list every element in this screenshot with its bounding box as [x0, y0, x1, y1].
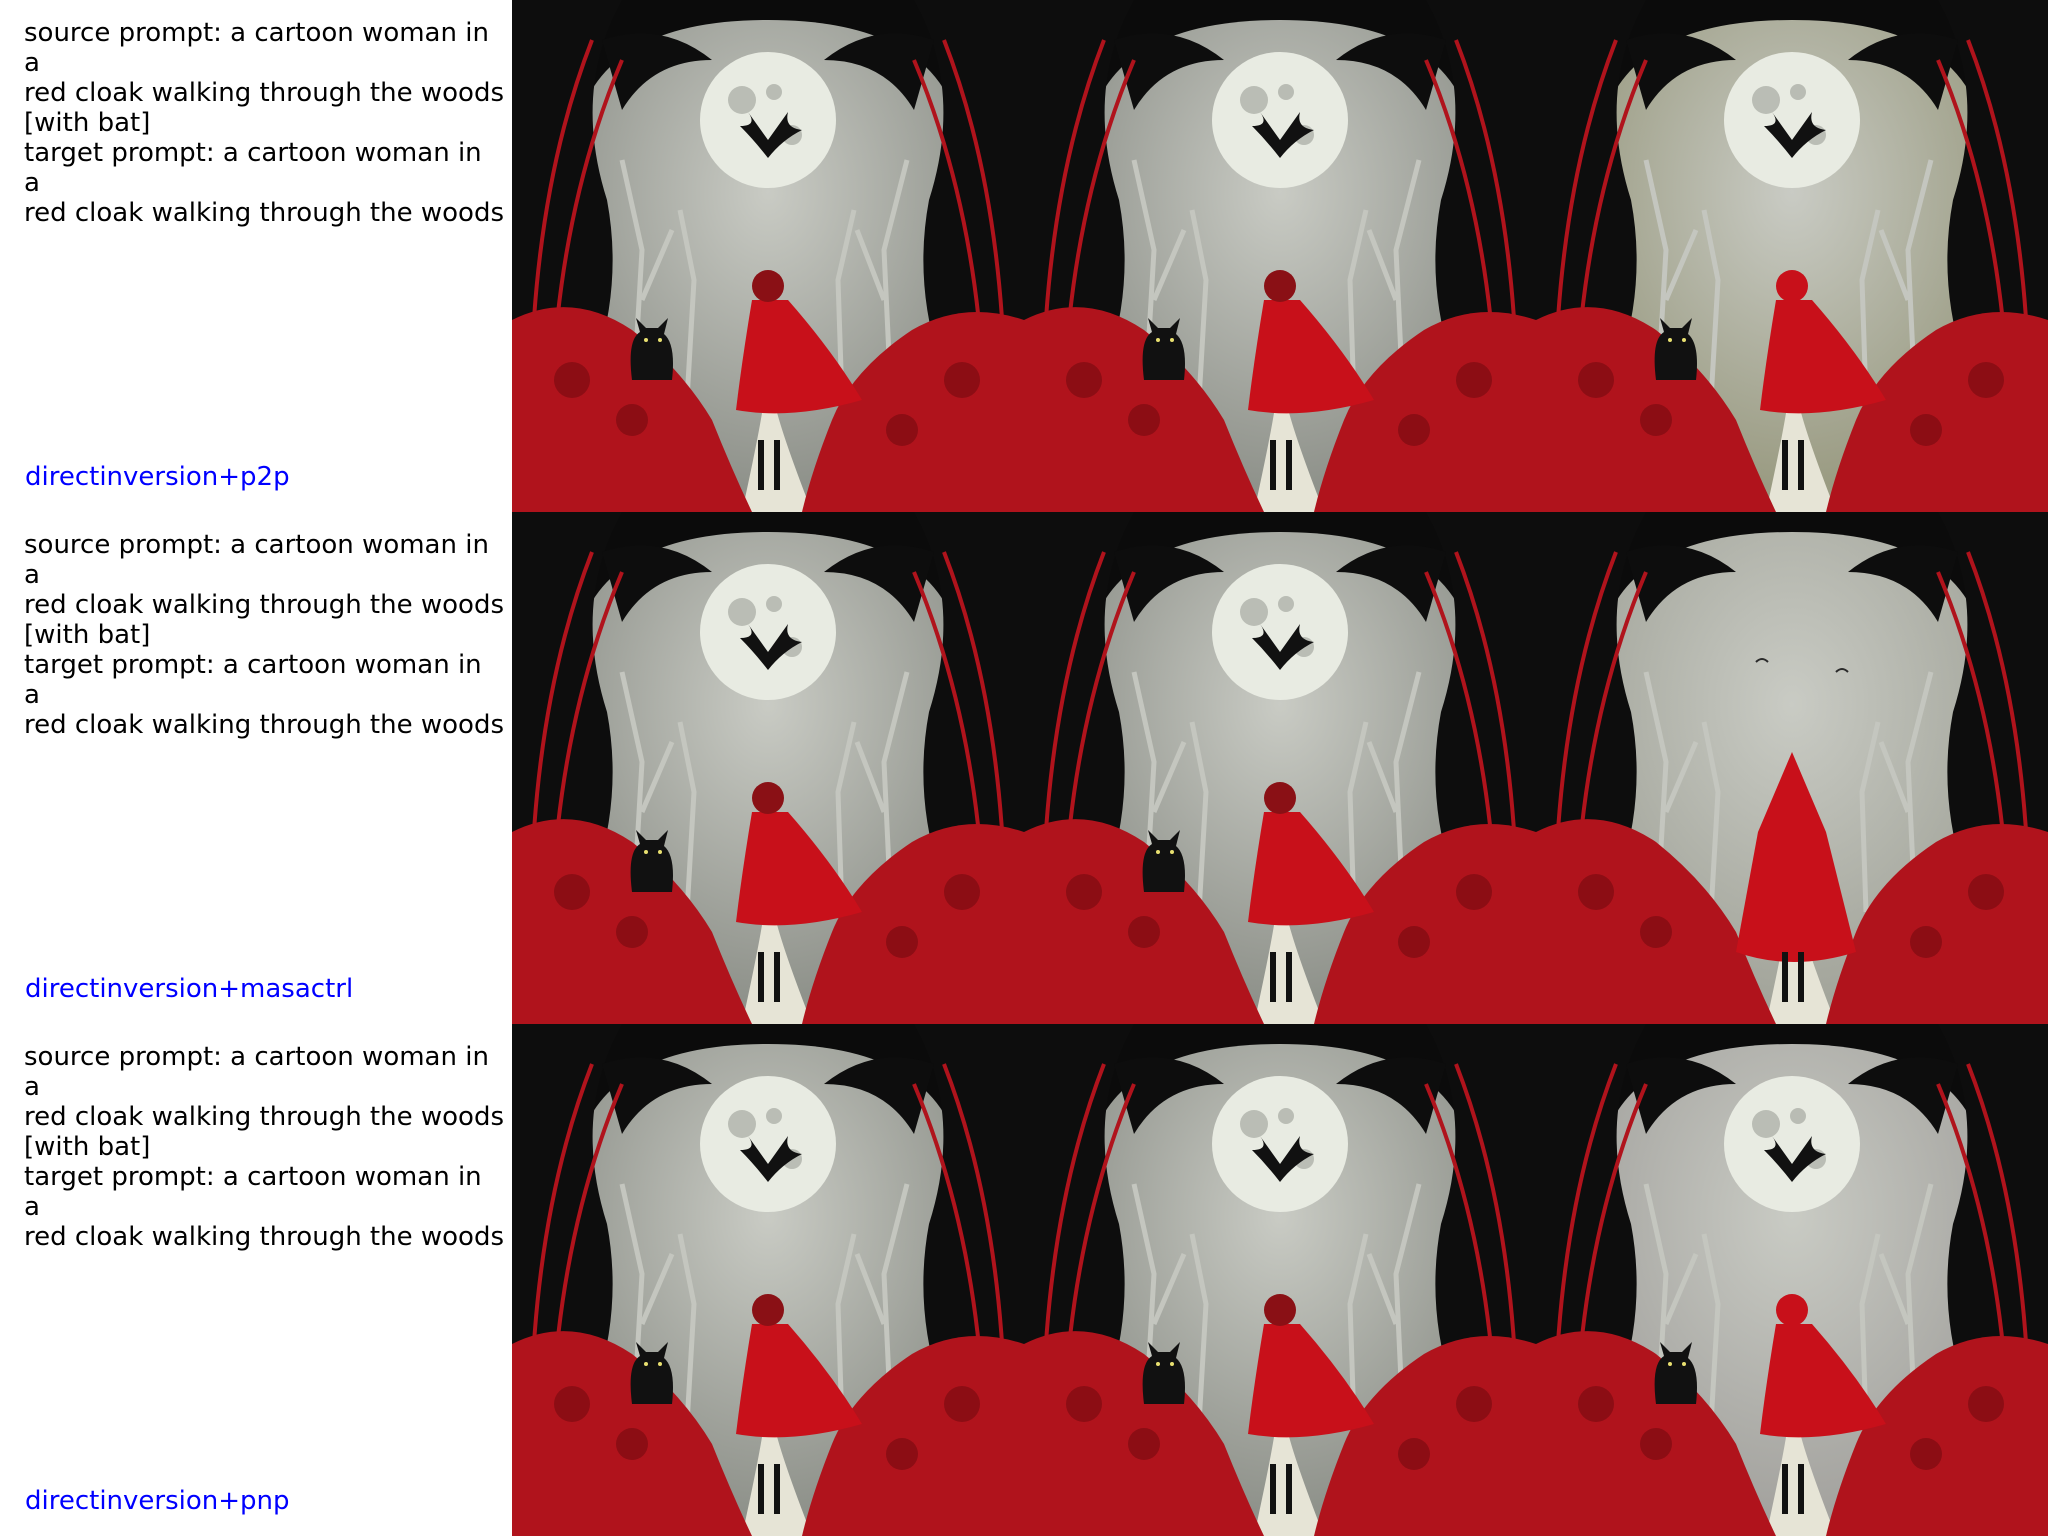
- prompt-block: source prompt: a cartoon woman in a red …: [24, 18, 504, 228]
- illustration: [1536, 1024, 2048, 1536]
- target-prompt: target prompt: a cartoon woman in a red …: [24, 138, 504, 228]
- prompt-block: source prompt: a cartoon woman in a red …: [24, 1042, 504, 1252]
- moon: [700, 1076, 836, 1212]
- moon: [1212, 564, 1348, 700]
- illustration: [512, 1024, 1024, 1536]
- moon: [700, 52, 836, 188]
- reconstructed-image: [1024, 0, 1536, 512]
- illustration: [1024, 0, 1536, 512]
- reconstructed-image: [1024, 512, 1536, 1024]
- illustration: [1024, 512, 1536, 1024]
- comparison-row: source prompt: a cartoon woman in a red …: [0, 0, 2048, 512]
- moon: [1724, 52, 1860, 188]
- edited-image: [1536, 512, 2048, 1024]
- source-image: [512, 0, 1024, 512]
- edited-image: [1536, 0, 2048, 512]
- moon: [700, 564, 836, 700]
- illustration: [1536, 512, 2048, 1024]
- label-panel: source prompt: a cartoon woman in a red …: [0, 0, 512, 512]
- method-label: directinversion+p2p: [25, 462, 290, 492]
- source-prompt: source prompt: a cartoon woman in a red …: [24, 530, 504, 650]
- illustration: [512, 0, 1024, 512]
- target-prompt: target prompt: a cartoon woman in a red …: [24, 650, 504, 740]
- reconstructed-image: [1024, 1024, 1536, 1536]
- moon: [1212, 1076, 1348, 1212]
- label-panel: source prompt: a cartoon woman in a red …: [0, 1024, 512, 1536]
- edited-image: [1536, 1024, 2048, 1536]
- moon: [1724, 1076, 1860, 1212]
- source-image: [512, 1024, 1024, 1536]
- comparison-row: source prompt: a cartoon woman in a red …: [0, 1024, 2048, 1536]
- method-label: directinversion+pnp: [25, 1486, 290, 1516]
- comparison-row: source prompt: a cartoon woman in a red …: [0, 512, 2048, 1024]
- label-panel: source prompt: a cartoon woman in a red …: [0, 512, 512, 1024]
- target-prompt: target prompt: a cartoon woman in a red …: [24, 1162, 504, 1252]
- illustration: [1024, 1024, 1536, 1536]
- prompt-block: source prompt: a cartoon woman in a red …: [24, 530, 504, 740]
- moon: [1212, 52, 1348, 188]
- source-prompt: source prompt: a cartoon woman in a red …: [24, 18, 504, 138]
- source-prompt: source prompt: a cartoon woman in a red …: [24, 1042, 504, 1162]
- source-image: [512, 512, 1024, 1024]
- illustration: [512, 512, 1024, 1024]
- illustration: [1536, 0, 2048, 512]
- method-label: directinversion+masactrl: [25, 974, 354, 1004]
